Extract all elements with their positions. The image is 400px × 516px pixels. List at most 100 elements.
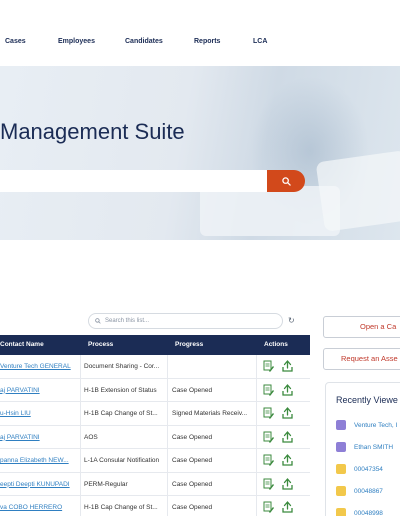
table-row: va COBO HERRERO H-1B Cap Change of St... C…	[0, 496, 310, 516]
table-row: aj PARVATINI H-1B Extension of Status Case…	[0, 378, 310, 402]
upload-icon[interactable]	[282, 477, 293, 490]
search-icon	[281, 176, 291, 186]
list-search-placeholder: Search this list...	[105, 318, 150, 324]
hero-banner: Management Suite	[0, 66, 400, 240]
column-divider	[167, 425, 168, 448]
column-header-actions: Actions	[264, 341, 288, 348]
contact-name-link[interactable]: aj PARVATINI	[0, 434, 76, 441]
progress-cell: Case Opened	[172, 386, 213, 394]
column-divider	[167, 496, 168, 516]
edit-document-icon[interactable]	[263, 384, 274, 396]
table-row: u-Hsin LIU H-1B Cap Change of St... Signed…	[0, 402, 310, 426]
table-row: eepti Deepti KUNUPADI PERM-Regular Case Op…	[0, 472, 310, 496]
hero-background-device	[315, 150, 400, 232]
process-cell: PERM-Regular	[84, 480, 128, 488]
column-divider	[256, 378, 257, 401]
process-cell: AOS	[84, 433, 98, 441]
case-icon	[336, 508, 346, 516]
edit-document-icon[interactable]	[263, 360, 274, 372]
recently-viewed-panel: Recently Viewe Venture Tech, I Ethan SMIT…	[325, 382, 400, 516]
process-cell: H-1B Cap Change of St...	[84, 504, 158, 511]
recent-item-label: Ethan SMITH	[354, 443, 394, 451]
upload-icon[interactable]	[282, 383, 293, 396]
column-divider	[256, 496, 257, 516]
recent-item-label: 00048867	[354, 487, 383, 495]
contact-name-link[interactable]: aj PARVATINI	[0, 387, 76, 394]
column-divider	[256, 449, 257, 472]
table-header: Contact Name Process Progress Actions	[0, 335, 310, 355]
top-navigation: Cases Employees Candidates Reports LCA	[0, 0, 400, 66]
column-divider	[167, 472, 168, 495]
recent-item[interactable]: Venture Tech, I	[336, 419, 397, 431]
case-icon	[336, 486, 346, 496]
process-cell: H-1B Extension of Status	[84, 386, 157, 394]
recent-item[interactable]: 00048998	[336, 507, 383, 516]
column-divider	[80, 402, 81, 425]
global-search-input[interactable]	[0, 170, 268, 192]
progress-cell: Case Opened	[172, 433, 213, 441]
progress-cell: Case Opened	[172, 480, 213, 488]
column-divider	[167, 449, 168, 472]
progress-cell: Case Opened	[172, 504, 213, 511]
edit-document-icon[interactable]	[263, 454, 274, 466]
nav-candidates[interactable]: Candidates	[125, 38, 163, 45]
table-row: Venture Tech GENERAL Document Sharing - C…	[0, 355, 310, 379]
refresh-icon[interactable]: ↻	[288, 316, 295, 325]
column-divider	[256, 425, 257, 448]
contact-name-link[interactable]: Venture Tech GENERAL	[0, 363, 76, 370]
contact-name-link[interactable]: u-Hsin LIU	[0, 410, 76, 417]
upload-icon[interactable]	[282, 430, 293, 443]
recent-item[interactable]: 00048867	[336, 485, 383, 497]
contact-name-link[interactable]: panna Elizabeth NEW...	[0, 457, 76, 464]
recent-item[interactable]: 00047354	[336, 463, 383, 475]
column-header-progress[interactable]: Progress	[175, 341, 203, 348]
column-divider	[80, 449, 81, 472]
case-icon	[336, 464, 346, 474]
nav-employees[interactable]: Employees	[58, 38, 95, 45]
nav-cases[interactable]: Cases	[5, 38, 26, 45]
case-table: Contact Name Process Progress Actions Ve…	[0, 335, 310, 516]
recent-item-label: Venture Tech, I	[354, 421, 398, 429]
global-search-button[interactable]	[267, 170, 305, 192]
contact-icon	[336, 442, 346, 452]
column-divider	[167, 402, 168, 425]
table-row: panna Elizabeth NEW... L-1A Consular Noti…	[0, 449, 310, 473]
column-divider	[80, 496, 81, 516]
column-divider	[167, 355, 168, 378]
recent-item-label: 00047354	[354, 465, 383, 473]
list-search-input[interactable]: Search this list...	[88, 313, 283, 329]
request-assessment-button[interactable]: Request an Asse	[323, 348, 400, 370]
process-cell: H-1B Cap Change of St...	[84, 410, 158, 417]
column-divider	[80, 355, 81, 378]
column-header-contact[interactable]: Contact Name	[0, 341, 44, 348]
upload-icon[interactable]	[282, 360, 293, 372]
column-divider	[80, 378, 81, 401]
nav-reports[interactable]: Reports	[194, 38, 220, 45]
column-divider	[256, 402, 257, 425]
edit-document-icon[interactable]	[263, 407, 274, 419]
search-icon	[95, 318, 101, 324]
recent-item[interactable]: Ethan SMITH	[336, 441, 393, 453]
column-divider	[167, 378, 168, 401]
edit-document-icon[interactable]	[263, 501, 274, 513]
recent-item-label: 00048998	[354, 509, 383, 516]
edit-document-icon[interactable]	[263, 431, 274, 443]
recently-viewed-title: Recently Viewe	[336, 395, 398, 405]
column-header-process[interactable]: Process	[88, 341, 113, 348]
upload-icon[interactable]	[282, 454, 293, 466]
process-cell: Document Sharing - Cor...	[84, 363, 160, 370]
upload-icon[interactable]	[282, 501, 293, 513]
column-divider	[80, 472, 81, 495]
contact-name-link[interactable]: va COBO HERRERO	[0, 504, 76, 511]
contact-name-link[interactable]: eepti Deepti KUNUPADI	[0, 481, 76, 488]
process-cell: L-1A Consular Notification	[84, 457, 160, 464]
edit-document-icon[interactable]	[263, 478, 274, 490]
hero-title: Management Suite	[0, 119, 185, 144]
progress-cell: Signed Materials Receiv...	[172, 410, 248, 417]
upload-icon[interactable]	[282, 407, 293, 419]
progress-cell: Case Opened	[172, 457, 213, 464]
column-divider	[256, 472, 257, 495]
table-row: aj PARVATINI AOS Case Opened	[0, 425, 310, 449]
open-case-button[interactable]: Open a Ca	[323, 316, 400, 338]
nav-lca[interactable]: LCA	[253, 38, 267, 45]
